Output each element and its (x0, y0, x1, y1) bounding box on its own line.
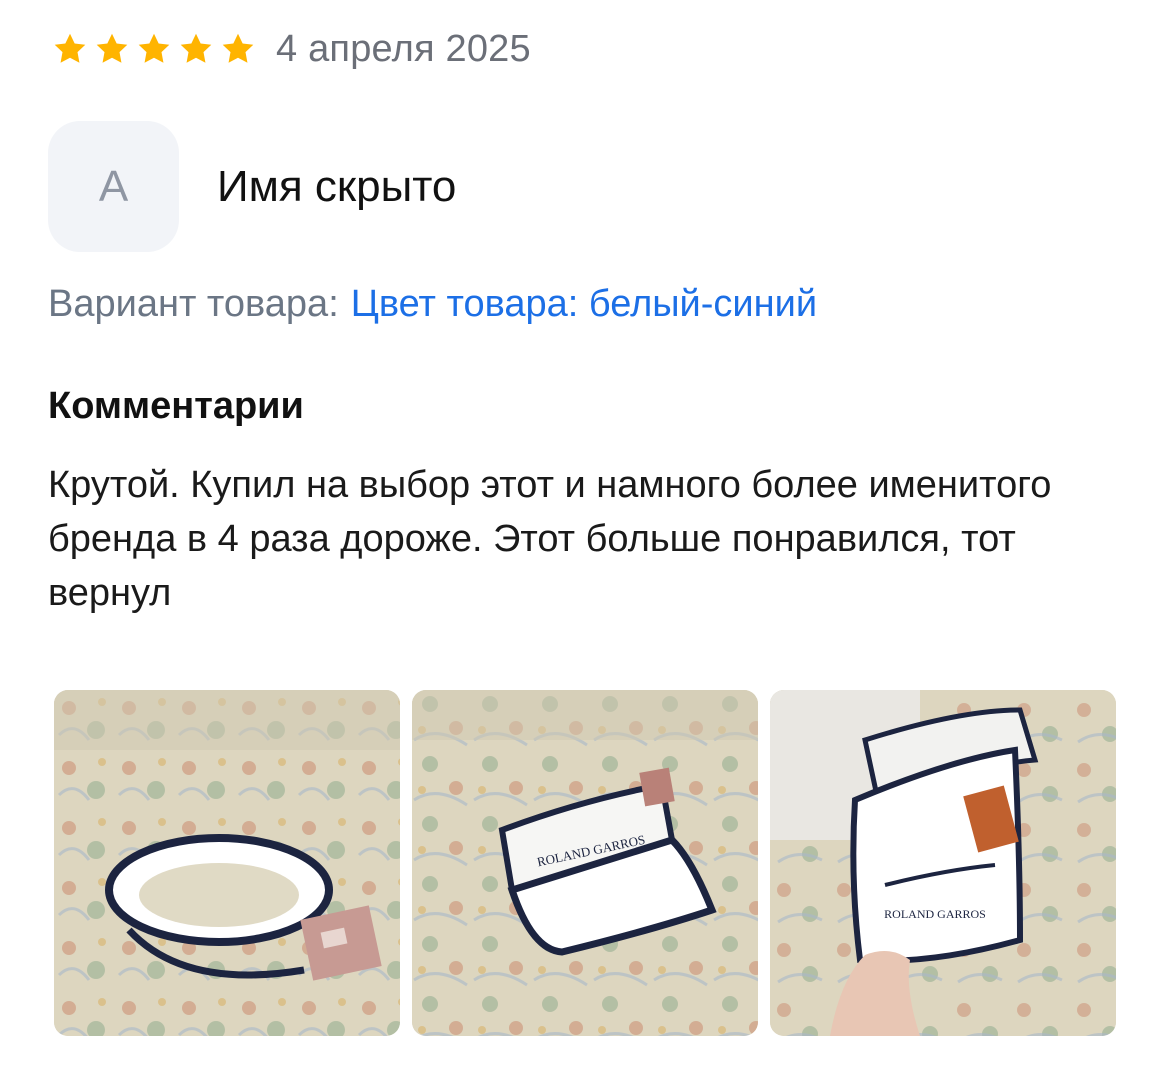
comment-text: Крутой. Купил на выбор этот и намного бо… (48, 464, 1052, 614)
review-date: 4 апреля 2025 (276, 27, 531, 70)
review-photo-2[interactable]: ROLAND GARROS (412, 690, 758, 1036)
star-icon (54, 33, 86, 63)
photo-visor-bed-1 (54, 690, 400, 1036)
review-photo-1[interactable] (54, 690, 400, 1036)
star-icon (180, 33, 212, 63)
svg-text:ROLAND GARROS: ROLAND GARROS (884, 907, 986, 921)
review-photos: ROLAND GARROS ROLAND GARROS (54, 690, 1116, 1036)
avatar-letter: А (98, 161, 129, 211)
review-rating-row: 4 апреля 2025 (52, 22, 531, 76)
review-author: А Имя скрыто (48, 121, 456, 252)
product-variant: Вариант товара: Цвет товара: белый-синий (48, 278, 817, 330)
variant-value-link[interactable]: Цвет товара: белый-синий (351, 283, 817, 325)
rating-stars (52, 31, 256, 67)
star-icon (138, 33, 170, 63)
star-icon (96, 33, 128, 63)
author-name: Имя скрыто (217, 161, 457, 211)
variant-label: Вариант товара: (48, 283, 339, 325)
avatar: А (48, 121, 179, 252)
comments-heading: Комментарии (48, 385, 304, 427)
star-icon (222, 33, 254, 63)
photo-visor-bed-2: ROLAND GARROS (412, 690, 758, 1036)
review-photo-3[interactable]: ROLAND GARROS (770, 690, 1116, 1036)
photo-visor-hand: ROLAND GARROS (770, 690, 1116, 1036)
